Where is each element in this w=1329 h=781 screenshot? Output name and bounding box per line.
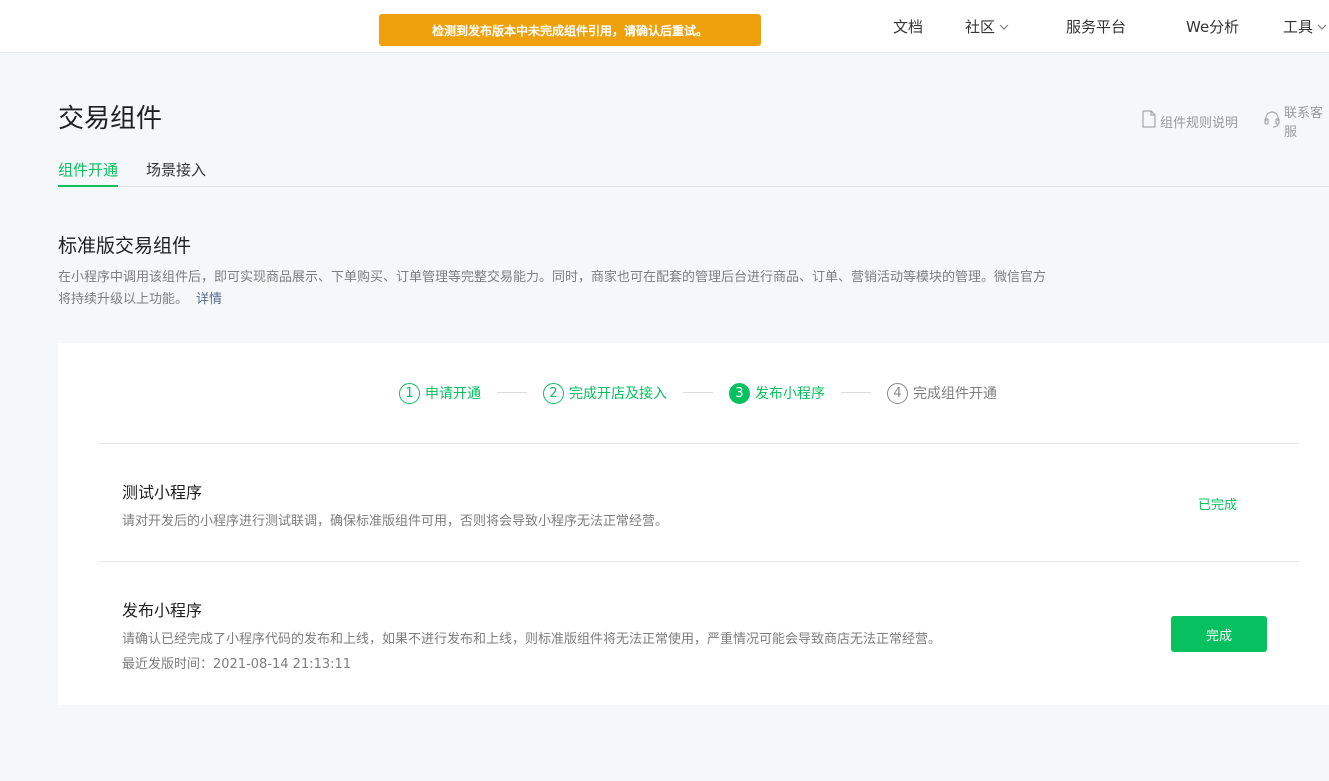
page-title: 交易组件 xyxy=(58,104,163,134)
document-icon xyxy=(1141,110,1160,132)
step-apply: 1 申请开通 xyxy=(399,381,481,405)
step-publish: 3 发布小程序 xyxy=(729,381,825,405)
step-label: 完成组件开通 xyxy=(913,386,997,402)
progress-steps: 1 申请开通 2 完成开店及接入 3 发布小程序 4 完成组件开通 xyxy=(58,381,1329,405)
publish-row-description: 请确认已经完成了小程序代码的发布和上线，如果不进行发布和上线，则标准版组件将无法… xyxy=(122,632,942,647)
divider xyxy=(98,561,1299,562)
customer-service-label: 联系客服 xyxy=(1284,106,1324,140)
nav-tools[interactable]: 工具 xyxy=(1283,0,1327,53)
tab-scene-integration[interactable]: 场景接入 xyxy=(146,160,206,187)
step-number: 1 xyxy=(399,382,420,404)
nav-community-label: 社区 xyxy=(965,18,996,36)
nav-docs-label: 文档 xyxy=(893,18,924,36)
latest-release-time: 最近发版时间：2021-08-14 21:13:11 xyxy=(122,657,352,672)
top-navigation-bar: 检测到发布版本中未完成组件引用，请确认后重试。 文档 社区 服务平台 We分析 … xyxy=(0,0,1329,53)
step-open-store: 2 完成开店及接入 xyxy=(543,381,667,405)
publish-warning-banner: 检测到发布版本中未完成组件引用，请确认后重试。 xyxy=(379,14,761,46)
component-rules-link[interactable]: 组件规则说明 xyxy=(1141,110,1238,132)
step-number: 3 xyxy=(729,382,750,404)
step-connector xyxy=(497,392,527,393)
nav-we-analysis[interactable]: We分析 xyxy=(1186,0,1239,53)
section-description-text: 将持续升级以上功能。 xyxy=(58,292,189,307)
test-row-title: 测试小程序 xyxy=(122,483,203,502)
step-label: 发布小程序 xyxy=(755,386,825,402)
step-number: 2 xyxy=(543,382,564,404)
section-title: 标准版交易组件 xyxy=(58,235,192,257)
activation-card: 1 申请开通 2 完成开店及接入 3 发布小程序 4 完成组件开通 测试小程序 … xyxy=(58,343,1329,705)
step-label: 完成开店及接入 xyxy=(569,386,667,402)
step-number: 4 xyxy=(887,382,908,404)
nav-service-platform-label: 服务平台 xyxy=(1066,18,1127,36)
detail-link[interactable]: 详情 xyxy=(196,292,222,307)
section-description: 在小程序中调用该组件后，即可实现商品展示、下单购买、订单管理等完整交易能力。同时… xyxy=(58,267,1138,311)
nav-docs[interactable]: 文档 xyxy=(893,0,923,53)
headset-icon xyxy=(1263,110,1284,132)
nav-service-platform[interactable]: 服务平台 xyxy=(1066,0,1126,53)
test-row-description: 请对开发后的小程序进行测试联调，确保标准版组件可用，否则将会导致小程序无法正常经… xyxy=(122,514,669,529)
chevron-down-icon xyxy=(999,17,1009,35)
section-description-line2: 将持续升级以上功能。 详情 xyxy=(58,289,1138,311)
complete-button[interactable]: 完成 xyxy=(1171,616,1267,652)
step-complete-activation: 4 完成组件开通 xyxy=(887,381,997,405)
publish-row-title: 发布小程序 xyxy=(122,601,203,620)
section-description-line1: 在小程序中调用该组件后，即可实现商品展示、下单购买、订单管理等完整交易能力。同时… xyxy=(58,270,1047,285)
nav-tools-label: 工具 xyxy=(1283,18,1314,36)
step-connector xyxy=(683,392,713,393)
nav-we-analysis-label: We分析 xyxy=(1186,18,1240,36)
step-label: 申请开通 xyxy=(425,386,481,402)
chevron-down-icon xyxy=(1317,17,1327,35)
step-connector xyxy=(841,392,871,393)
tab-component-activation[interactable]: 组件开通 xyxy=(58,160,119,187)
tab-bar: 组件开通 场景接入 xyxy=(58,160,1329,187)
divider xyxy=(98,443,1299,444)
customer-service-link[interactable]: 联系客服 xyxy=(1263,106,1329,140)
nav-community[interactable]: 社区 xyxy=(965,0,1009,53)
test-status-badge: 已完成 xyxy=(1198,498,1238,513)
component-rules-label: 组件规则说明 xyxy=(1160,115,1239,131)
